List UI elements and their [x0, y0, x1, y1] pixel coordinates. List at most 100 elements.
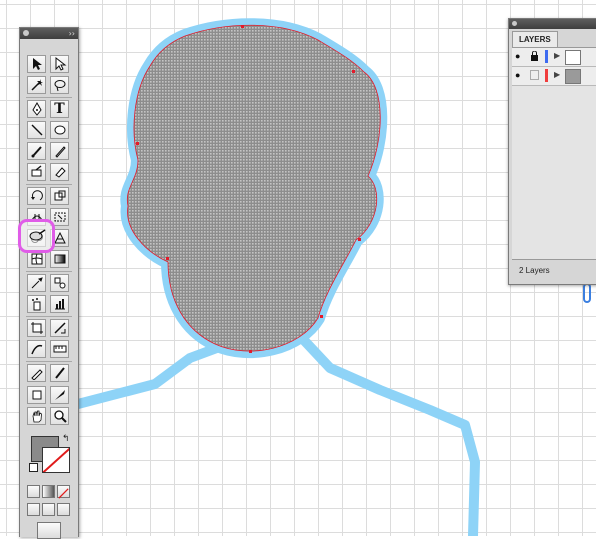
- shape-tool[interactable]: [27, 340, 46, 358]
- shoulder-path[interactable]: [73, 331, 480, 536]
- expand-triangle-icon[interactable]: ▶: [554, 51, 560, 60]
- column-graph-tool[interactable]: [50, 295, 69, 313]
- none-icon: [58, 488, 69, 499]
- direct-selection-tool[interactable]: [50, 55, 69, 73]
- eraser-icon: [54, 167, 66, 178]
- pen-tool[interactable]: [27, 100, 46, 118]
- gradient-icon: [54, 254, 65, 264]
- layer-row[interactable]: ● ▶: [512, 67, 596, 86]
- rotate-tool[interactable]: [27, 187, 46, 205]
- tool-row-12: [25, 295, 73, 314]
- pencil-tool[interactable]: [50, 142, 69, 160]
- lock-icon[interactable]: [530, 51, 539, 61]
- artwork[interactable]: [0, 0, 596, 536]
- draw-behind-button[interactable]: [42, 503, 55, 516]
- hand-tool[interactable]: [27, 407, 46, 425]
- pen-nib-icon: [30, 369, 43, 380]
- tool-row-13: [25, 319, 73, 338]
- tool-row-5: [25, 142, 73, 161]
- tool-row-3: T: [25, 100, 73, 119]
- magic-wand-icon: [30, 79, 43, 91]
- expand-triangle-icon[interactable]: ▶: [554, 70, 560, 79]
- draw-normal-button[interactable]: [27, 503, 40, 516]
- pen-anchor-tool[interactable]: [27, 364, 46, 382]
- symbol-sprayer-tool[interactable]: [27, 295, 46, 313]
- selection-tool[interactable]: [27, 55, 46, 73]
- divider: [26, 271, 72, 272]
- blob-brush-tool[interactable]: [27, 163, 46, 181]
- type-icon: T: [54, 101, 65, 117]
- tool-row-16: [25, 386, 73, 405]
- scale-icon: [54, 190, 65, 201]
- none-mode-button[interactable]: [57, 485, 70, 499]
- tools-titlebar[interactable]: ››: [20, 28, 78, 39]
- layers-panel: LAYERS ● ▶ ● ▶ 2 Layers: [508, 18, 596, 285]
- lock-toggle-empty[interactable]: [530, 70, 539, 80]
- knife-tool[interactable]: [50, 386, 69, 404]
- layers-titlebar[interactable]: [509, 19, 596, 29]
- divider: [26, 184, 72, 185]
- scale-tool[interactable]: [50, 187, 69, 205]
- layer-count: 2 Layers: [519, 266, 550, 275]
- tool-row-6: [25, 163, 73, 182]
- ellipse-icon: [54, 125, 65, 135]
- eyedropper-tool[interactable]: [27, 274, 46, 292]
- lasso-tool[interactable]: [50, 76, 69, 94]
- layer-color-bar: [545, 50, 548, 63]
- pen-icon: [31, 102, 42, 116]
- artboard-tool[interactable]: [27, 319, 46, 337]
- visibility-eye-icon[interactable]: ●: [515, 51, 520, 61]
- slice-tool[interactable]: [50, 319, 69, 337]
- calligraphy-tool[interactable]: [50, 364, 69, 382]
- ellipse-tool[interactable]: [50, 121, 69, 139]
- rectangle-tool[interactable]: [27, 386, 46, 404]
- default-colors-icon[interactable]: [29, 463, 38, 472]
- divider: [26, 316, 72, 317]
- eraser-tool[interactable]: [50, 163, 69, 181]
- blend-tool[interactable]: [50, 274, 69, 292]
- layer-color-bar: [545, 69, 548, 82]
- rectangle-icon: [32, 390, 41, 400]
- line-segment-tool[interactable]: [27, 121, 46, 139]
- hollow-arrow-icon: [55, 57, 66, 71]
- close-dot-icon[interactable]: [512, 21, 517, 26]
- mesh-icon: [31, 253, 42, 265]
- line-icon: [31, 124, 42, 136]
- calligraphy-icon: [54, 367, 65, 379]
- ruler-icon: [53, 345, 66, 353]
- layer-thumbnail: [565, 50, 581, 65]
- magic-wand-tool[interactable]: [27, 76, 46, 94]
- scroll-edge: [583, 283, 591, 303]
- arrow-icon: [32, 58, 42, 70]
- measure-tool[interactable]: [50, 340, 69, 358]
- head-silhouette[interactable]: [126, 24, 381, 352]
- magnifier-icon: [53, 410, 67, 423]
- layer-row[interactable]: ● ▶: [512, 48, 596, 67]
- swap-colors-icon[interactable]: ↰: [62, 433, 70, 444]
- color-mode-button[interactable]: [27, 485, 40, 498]
- stroke-color-swatch[interactable]: [42, 447, 70, 473]
- blob-brush-highlight-icon: [29, 229, 46, 241]
- zoom-tool[interactable]: [50, 407, 69, 425]
- blend-icon: [54, 277, 65, 289]
- knife-icon: [54, 390, 65, 400]
- tools-panel: ›› T ↰: [19, 27, 79, 539]
- close-dot-icon[interactable]: [23, 30, 29, 36]
- collapse-icon[interactable]: ››: [69, 28, 75, 39]
- symbol-sprayer-icon: [31, 298, 40, 311]
- free-transform-icon: [54, 212, 65, 222]
- paintbrush-tool[interactable]: [27, 142, 46, 160]
- visibility-eye-icon[interactable]: ●: [515, 70, 520, 80]
- gradient-mode-button[interactable]: [42, 485, 55, 498]
- tool-row-1: [25, 55, 73, 74]
- pencil-icon: [54, 146, 66, 158]
- type-tool[interactable]: T: [50, 100, 69, 118]
- brush-icon: [31, 146, 42, 158]
- gradient-tool[interactable]: [50, 250, 69, 268]
- layer-thumbnail: [565, 69, 581, 84]
- active-tool-highlight[interactable]: [18, 219, 55, 253]
- tab-layers[interactable]: LAYERS: [512, 31, 558, 47]
- draw-inside-button[interactable]: [57, 503, 70, 516]
- column-graph-icon: [54, 299, 65, 310]
- screen-mode-button[interactable]: [37, 522, 61, 539]
